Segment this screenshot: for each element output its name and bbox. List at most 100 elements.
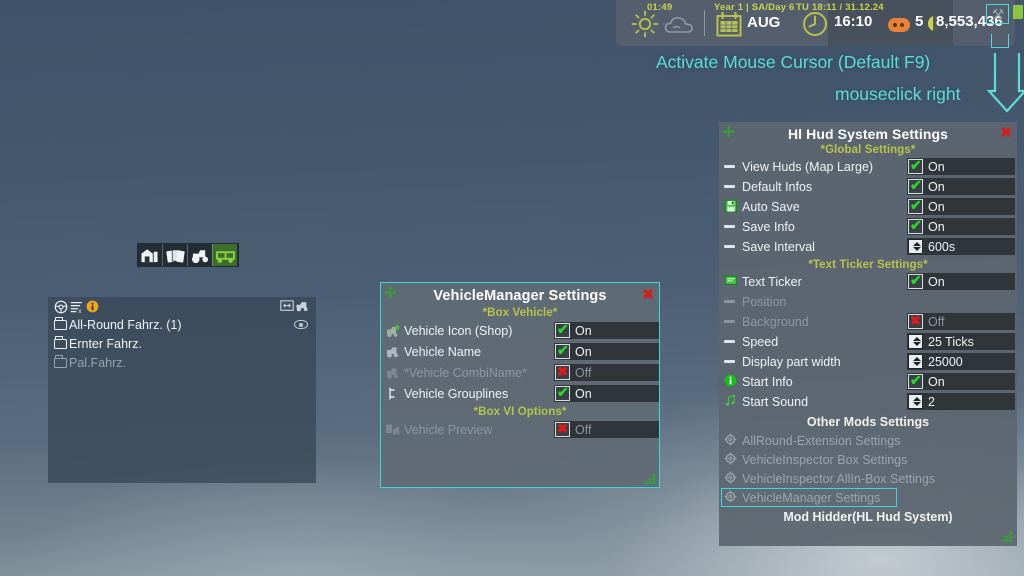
move-handle-icon[interactable]	[722, 125, 735, 138]
shop-building-icon[interactable]	[137, 244, 162, 266]
info-icon[interactable]	[86, 300, 99, 313]
dash-icon	[724, 300, 735, 303]
ticker-icon	[724, 274, 739, 289]
other-mods-list: AllRound-Extension Settings VehicleInspe…	[719, 431, 1017, 507]
setting-row-background[interactable]: Background Off	[719, 312, 1017, 331]
setting-field[interactable]: On	[554, 384, 659, 402]
list-clear-icon[interactable]: x	[70, 300, 84, 314]
setting-field[interactable]: On	[907, 177, 1015, 195]
checkbox-on-icon[interactable]	[908, 197, 923, 214]
setting-field[interactable]: On	[907, 372, 1015, 390]
setting-row-vehicle-preview[interactable]: Vehicle Preview Off	[381, 420, 659, 439]
list-item[interactable]: All-Round Fahrz. (1)	[48, 315, 316, 334]
checkbox-on-icon[interactable]	[908, 157, 923, 174]
resize-handle-icon[interactable]	[645, 473, 656, 484]
setting-field[interactable]: Off	[554, 364, 659, 381]
setting-field[interactable]: On	[907, 217, 1015, 235]
mod-item-label: AllRound-Extension Settings	[742, 433, 901, 448]
move-handle-icon[interactable]	[384, 286, 397, 299]
spinner-icon[interactable]	[908, 354, 923, 369]
vehicle-icon[interactable]	[295, 300, 310, 312]
setting-value: On	[575, 386, 592, 401]
setting-label: Text Ticker	[742, 274, 802, 289]
setting-row-display-part-width[interactable]: Display part width 25000	[719, 352, 1017, 371]
checkbox-off-icon[interactable]	[555, 364, 570, 380]
setting-row-start-info[interactable]: Start Info On	[719, 372, 1017, 391]
wrench-icon[interactable]: ⚒	[990, 6, 1006, 22]
setting-field[interactable]: On	[907, 157, 1015, 175]
setting-row-vehicle-icon-shop[interactable]: Vehicle Icon (Shop) On	[381, 321, 659, 340]
vehicle-icon	[385, 365, 400, 380]
mod-item-vehicleinspector-allin-box[interactable]: VehicleInspector AllIn-Box Settings	[719, 469, 1017, 488]
setting-row-view-huds[interactable]: View Huds (Map Large) On	[719, 157, 1017, 176]
section-box-vehicle: *Box Vehicle*	[482, 307, 558, 319]
setting-value: On	[928, 199, 945, 214]
resize-handle-icon[interactable]	[1002, 531, 1013, 542]
setting-row-vehicle-grouplines[interactable]: Vehicle Grouplines On	[381, 384, 659, 403]
setting-field[interactable]: 25000	[907, 353, 1015, 370]
setting-label: Background	[742, 314, 809, 329]
checkbox-on-icon[interactable]	[908, 272, 923, 289]
eye-icon[interactable]	[294, 320, 308, 329]
tractor-icon[interactable]	[187, 244, 212, 266]
checkbox-on-icon[interactable]	[555, 321, 570, 338]
setting-field[interactable]: On	[907, 197, 1015, 215]
setting-label: Display part width	[742, 354, 841, 369]
selection-highlight	[721, 488, 897, 507]
checkbox-on-icon[interactable]	[555, 342, 570, 359]
setting-value: Off	[928, 314, 945, 329]
setting-row-auto-save[interactable]: Auto Save On	[719, 197, 1017, 216]
section-box-vi-options: *Box VI Options*	[473, 406, 567, 418]
list-item[interactable]: Pal.Fahrz.	[48, 353, 316, 372]
setting-row-vehicle-combiname[interactable]: *Vehicle CombiName* Off	[381, 363, 659, 382]
setting-row-text-ticker[interactable]: Text Ticker On	[719, 272, 1017, 291]
setting-row-save-interval[interactable]: Save Interval 600s	[719, 237, 1017, 256]
setting-field[interactable]: On	[907, 272, 1015, 290]
setting-row-speed[interactable]: Speed 25 Ticks	[719, 332, 1017, 351]
hl-hud-system-settings-window: ✖ Hl Hud System Settings *Global Setting…	[719, 122, 1017, 546]
mod-item-label: VehicleInspector Box Settings	[742, 452, 908, 467]
steering-wheel-icon[interactable]	[54, 300, 68, 314]
spinner-icon[interactable]	[908, 394, 923, 409]
setting-field[interactable]: Off	[554, 421, 659, 438]
cards-icon[interactable]	[162, 244, 187, 266]
setting-row-save-info[interactable]: Save Info On	[719, 217, 1017, 236]
setting-field[interactable]: On	[554, 321, 659, 339]
checkbox-on-icon[interactable]	[908, 372, 923, 389]
setting-field[interactable]: On	[554, 342, 659, 360]
close-icon[interactable]: ✖	[642, 287, 654, 301]
mod-item-allround-extension[interactable]: AllRound-Extension Settings	[719, 431, 1017, 450]
setting-value: Off	[575, 422, 592, 437]
setting-row-vehicle-name[interactable]: Vehicle Name On	[381, 342, 659, 361]
cloud-icon	[664, 17, 693, 33]
setting-label: Speed	[742, 334, 779, 349]
checkbox-on-icon[interactable]	[908, 177, 923, 194]
setting-label: View Huds (Map Large)	[742, 159, 874, 174]
resize-icon[interactable]	[280, 300, 294, 312]
vehicle-list-icon[interactable]	[212, 244, 237, 266]
setting-field[interactable]: 2	[907, 393, 1015, 410]
setting-field[interactable]: 600s	[907, 238, 1015, 255]
list-item[interactable]: Ernter Fahrz.	[48, 334, 316, 353]
spinner-icon[interactable]	[908, 334, 923, 349]
save-icon	[724, 199, 739, 214]
mod-item-vehicleinspector-box[interactable]: VehicleInspector Box Settings	[719, 450, 1017, 469]
grouplines-icon	[385, 386, 400, 401]
vehiclemanager-settings-window: ✖ VehicleManager Settings *Box Vehicle* …	[380, 282, 660, 488]
checkbox-off-icon[interactable]	[908, 313, 923, 329]
setting-row-start-sound[interactable]: Start Sound 2	[719, 392, 1017, 411]
checkbox-on-icon[interactable]	[555, 384, 570, 401]
mod-item-vehiclemanager[interactable]: VehicleManager Settings	[719, 488, 1017, 507]
setting-field[interactable]: 25 Ticks	[907, 333, 1015, 350]
list-item-label: Pal.Fahrz.	[69, 355, 126, 370]
setting-label: Auto Save	[742, 199, 800, 214]
close-icon[interactable]: ✖	[1000, 125, 1012, 139]
checkbox-on-icon[interactable]	[908, 217, 923, 234]
setting-label: Vehicle Name	[404, 344, 482, 359]
setting-row-position: Position	[719, 292, 1017, 311]
topbar-clock-time: 16:10	[834, 13, 873, 30]
setting-field[interactable]: Off	[907, 313, 1015, 330]
spinner-icon[interactable]	[908, 239, 923, 254]
setting-row-default-infos[interactable]: Default Infos On	[719, 177, 1017, 196]
checkbox-off-icon[interactable]	[555, 421, 570, 437]
